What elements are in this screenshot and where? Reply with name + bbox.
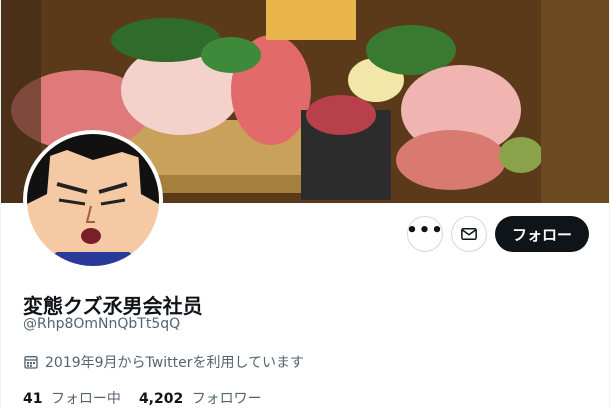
- mail-icon: [461, 228, 477, 240]
- avatar-cartoon-face: [27, 134, 159, 266]
- follow-button[interactable]: フォロー: [495, 216, 589, 252]
- joined-date: 2019年9月からTwitterを利用しています: [23, 352, 304, 372]
- profile-page: ••• フォロー 変態クズ氶男会社员 @Rhp8OmNnQbTt5qQ 2019…: [0, 0, 610, 409]
- display-name: 変態クズ氶男会社员: [23, 294, 203, 318]
- more-icon: •••: [406, 220, 444, 241]
- user-handle: @Rhp8OmNnQbTt5qQ: [23, 316, 181, 332]
- message-button[interactable]: [451, 216, 487, 252]
- following-link[interactable]: 41 フォロー中: [23, 388, 121, 408]
- avatar-image: [27, 134, 159, 266]
- following-label: フォロー中: [50, 391, 121, 407]
- following-count: 41: [23, 391, 43, 407]
- profile-avatar[interactable]: [23, 130, 163, 270]
- calendar-icon: [24, 356, 38, 369]
- followers-count: 4,202: [138, 391, 184, 407]
- more-options-button[interactable]: •••: [406, 216, 444, 252]
- joined-text: 2019年9月からTwitterを利用しています: [45, 355, 305, 371]
- followers-label: フォロワー: [191, 391, 262, 407]
- follow-counts: 41 フォロー中 4,202 フォロワー: [23, 388, 262, 408]
- followers-link[interactable]: 4,202 フォロワー: [139, 388, 262, 408]
